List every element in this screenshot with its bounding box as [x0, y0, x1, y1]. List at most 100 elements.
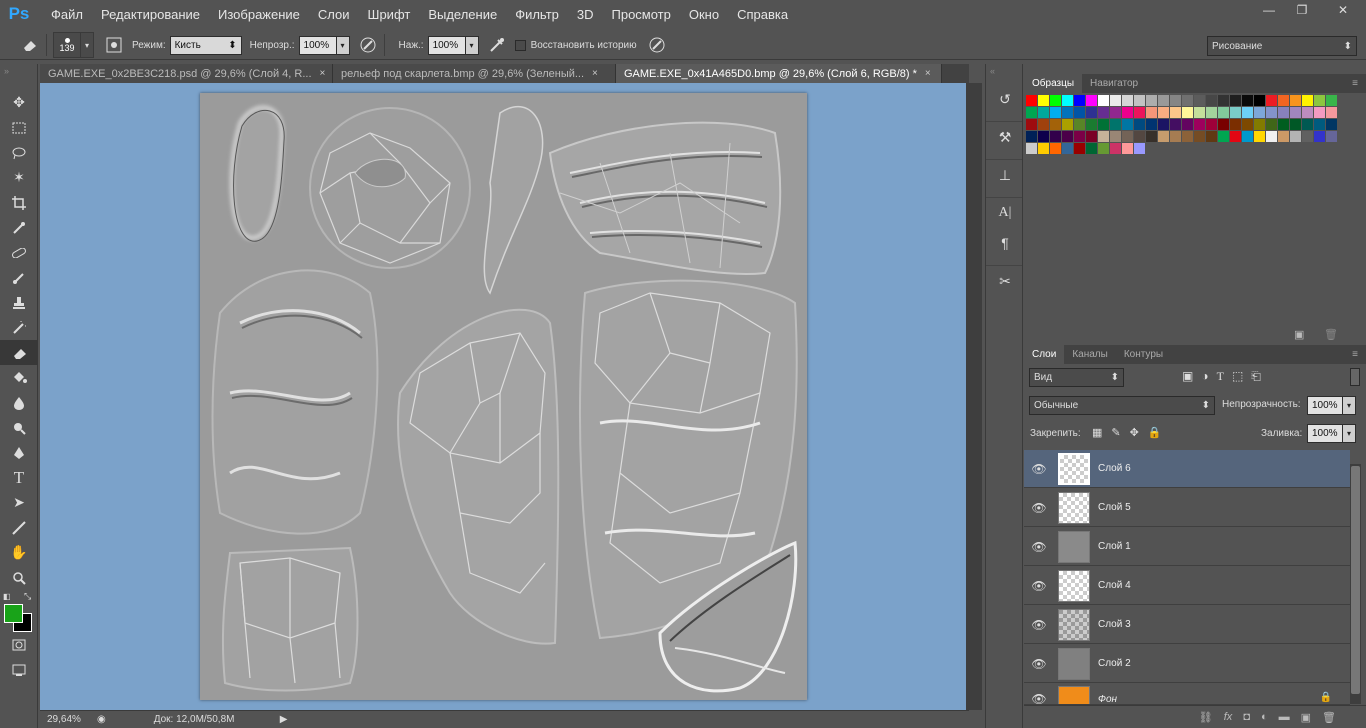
tab-document-3[interactable]: GAME.EXE_0x41A465D0.bmp @ 29,6% (Слой 6,… — [616, 64, 942, 83]
color-swatch[interactable] — [1050, 95, 1061, 106]
magic-wand-icon[interactable]: ✶ — [0, 165, 38, 190]
blur-tool-icon[interactable] — [0, 390, 38, 415]
color-swatch[interactable] — [1242, 95, 1253, 106]
color-swatch[interactable] — [1242, 107, 1253, 118]
color-swatch[interactable] — [1110, 107, 1121, 118]
marquee-tool-icon[interactable] — [0, 115, 38, 140]
lock-all-icon[interactable]: 🔒 — [1148, 426, 1162, 439]
layer-opacity-input[interactable]: 100% — [1307, 396, 1343, 415]
panel-collapse-icon[interactable]: » — [0, 64, 37, 90]
color-swatch[interactable] — [1026, 95, 1037, 106]
menu-item[interactable]: 3D — [568, 7, 603, 22]
color-swatch[interactable] — [1278, 95, 1289, 106]
color-swatch[interactable] — [1194, 119, 1205, 130]
delete-layer-icon[interactable]: 🗑 — [1322, 711, 1336, 724]
color-swatch[interactable] — [1038, 131, 1049, 142]
color-swatch[interactable] — [1218, 95, 1229, 106]
color-swatch[interactable] — [1086, 107, 1097, 118]
zoom-level[interactable]: 29,64% — [47, 714, 91, 725]
color-swatch[interactable] — [1218, 131, 1229, 142]
color-swatch[interactable] — [1194, 131, 1205, 142]
flow-dropdown[interactable]: ▾ — [465, 35, 479, 55]
color-swatch[interactable] — [1242, 131, 1253, 142]
visibility-eye-icon[interactable]: 👁 — [1024, 579, 1054, 593]
color-swatch[interactable] — [1074, 119, 1085, 130]
new-group-icon[interactable]: ▬ — [1279, 711, 1290, 723]
layer-row[interactable]: 👁 Слой 5 — [1024, 489, 1350, 527]
color-swatch[interactable] — [1254, 131, 1265, 142]
clone-stamp-icon[interactable] — [0, 290, 38, 315]
visibility-eye-icon[interactable]: 👁 — [1024, 618, 1054, 632]
color-swatch[interactable] — [1122, 107, 1133, 118]
color-swatch[interactable] — [1206, 119, 1217, 130]
color-swatch[interactable] — [1290, 107, 1301, 118]
new-layer-icon[interactable]: ▣ — [1301, 711, 1311, 724]
color-swatch[interactable] — [1134, 95, 1145, 106]
close-tab-icon[interactable]: × — [925, 68, 931, 79]
color-swatch[interactable] — [1290, 131, 1301, 142]
layer-name[interactable]: Слой 6 — [1098, 463, 1131, 474]
color-swatch[interactable] — [1122, 143, 1133, 154]
close-button[interactable]: ✕ — [1320, 0, 1366, 20]
menu-item[interactable]: Редактирование — [92, 7, 209, 22]
color-swatch[interactable] — [1206, 107, 1217, 118]
color-swatch[interactable] — [1170, 131, 1181, 142]
color-swatch[interactable] — [1074, 131, 1085, 142]
color-swatch[interactable] — [1206, 95, 1217, 106]
shape-filter-icon[interactable]: ⬚ — [1232, 369, 1243, 384]
color-swatch[interactable] — [1158, 119, 1169, 130]
color-swatch[interactable] — [1062, 95, 1073, 106]
zoom-tool-icon[interactable] — [0, 565, 38, 590]
history-brush-icon[interactable] — [0, 315, 38, 340]
color-swatch[interactable] — [1206, 131, 1217, 142]
opacity-input[interactable]: 100% — [298, 35, 337, 55]
color-swatch[interactable] — [1290, 95, 1301, 106]
close-tab-icon[interactable]: × — [320, 68, 326, 79]
color-swatch[interactable] — [1134, 143, 1145, 154]
menu-item[interactable]: Шрифт — [359, 7, 420, 22]
blend-mode-select[interactable]: Обычные ⬍ — [1029, 396, 1215, 415]
color-swatch[interactable] — [1086, 119, 1097, 130]
panel-menu-icon[interactable]: ≡ — [1344, 74, 1366, 93]
lock-pixels-icon[interactable]: ✎ — [1111, 426, 1120, 439]
color-swatch[interactable] — [1134, 119, 1145, 130]
color-swatch[interactable] — [1194, 95, 1205, 106]
color-swatch[interactable] — [1266, 131, 1277, 142]
color-swatch[interactable] — [1326, 107, 1337, 118]
history-panel-icon[interactable]: ↺ — [986, 84, 1024, 114]
color-swatch[interactable] — [1146, 119, 1157, 130]
visibility-eye-icon[interactable]: 👁 — [1024, 692, 1054, 704]
tab-layers[interactable]: Слои — [1024, 345, 1065, 364]
layer-row[interactable]: 👁 Слой 1 — [1024, 528, 1350, 566]
color-swatch[interactable] — [1110, 143, 1121, 154]
layer-name[interactable]: Слой 3 — [1098, 619, 1131, 630]
color-swatch[interactable] — [1062, 143, 1073, 154]
color-swatch[interactable] — [1194, 107, 1205, 118]
color-swatch[interactable] — [1218, 119, 1229, 130]
color-swatch[interactable] — [1050, 131, 1061, 142]
minimize-button[interactable]: — — [1254, 0, 1284, 20]
hand-tool-icon[interactable]: ✋ — [0, 540, 38, 565]
panel-menu-icon[interactable]: ≡ — [1344, 345, 1366, 364]
screen-mode-icon[interactable] — [0, 657, 38, 682]
image-filter-icon[interactable]: ▣ — [1182, 369, 1193, 384]
status-info-icon[interactable]: ◉ — [97, 714, 106, 725]
tab-navigator[interactable]: Навигатор — [1082, 74, 1146, 93]
canvas-vertical-scrollbar[interactable] — [966, 83, 982, 710]
layer-filter-select[interactable]: Вид ⬍ — [1029, 368, 1124, 387]
color-swatch[interactable] — [1062, 107, 1073, 118]
swap-colors-icon[interactable]: ⤡ — [24, 591, 31, 602]
lock-transparency-icon[interactable]: ▦ — [1092, 426, 1102, 439]
color-swatch[interactable] — [1254, 119, 1265, 130]
color-swatch[interactable] — [1098, 107, 1109, 118]
color-swatch[interactable] — [1134, 107, 1145, 118]
color-swatch[interactable] — [1122, 119, 1133, 130]
brush-preset-picker[interactable]: 139 — [53, 32, 81, 58]
color-swatch[interactable] — [1314, 107, 1325, 118]
menu-item[interactable]: Просмотр — [603, 7, 680, 22]
color-swatch[interactable] — [1218, 107, 1229, 118]
pen-tool-icon[interactable] — [0, 440, 38, 465]
color-swatch[interactable] — [1278, 119, 1289, 130]
swatch-grid[interactable] — [1026, 95, 1342, 155]
color-swatch[interactable] — [1062, 119, 1073, 130]
